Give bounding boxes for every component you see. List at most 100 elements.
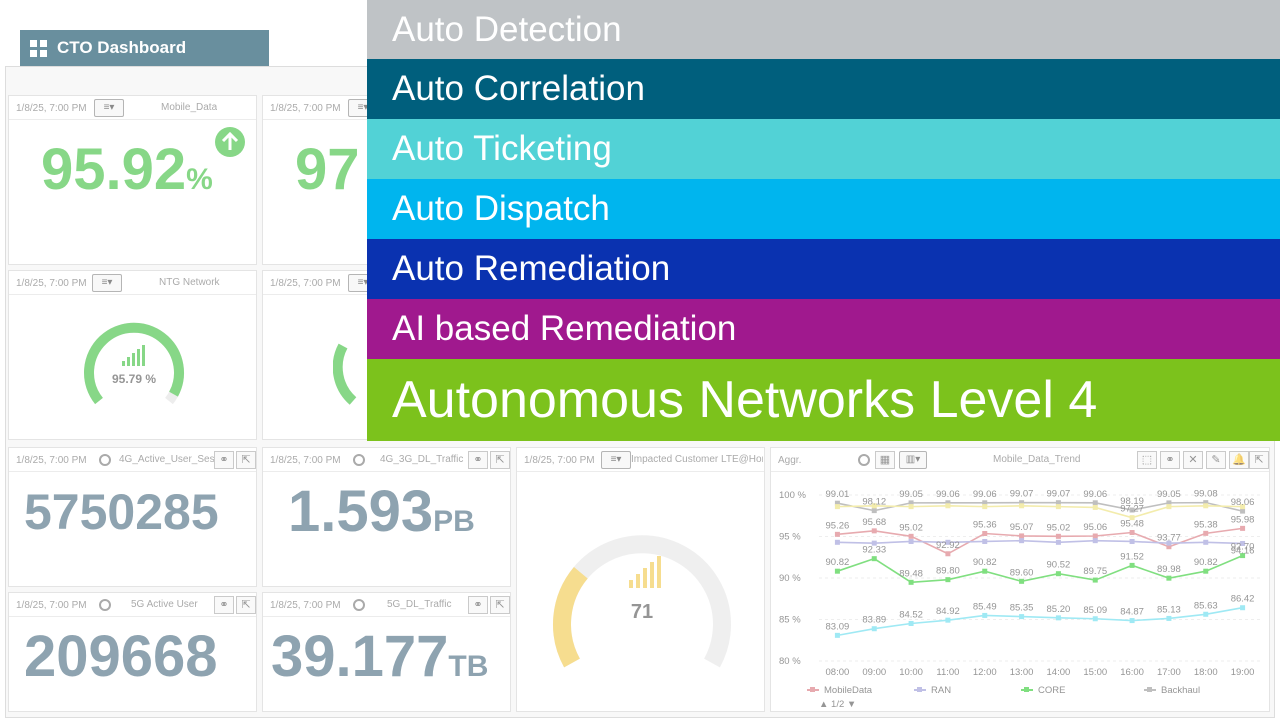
expand-icon[interactable]: ⬚ <box>1137 451 1157 469</box>
data-label: 95.02 <box>1047 522 1071 533</box>
card-5g-dl-traffic[interactable]: 1/8/25, 7:00 PM 5G_DL_Traffic ⚭ ⇱ 39.177… <box>262 592 511 712</box>
data-label: 90.82 <box>826 557 850 568</box>
data-point <box>1129 562 1135 568</box>
data-point <box>982 538 988 544</box>
card-ntg-network[interactable]: 1/8/25, 7:00 PM ≡▾ NTG Network 95.79 % <box>8 270 257 440</box>
data-label: 99.05 <box>899 489 923 500</box>
card-4g-3g-dl-traffic[interactable]: 1/8/25, 7:00 PM 4G_3G_DL_Traffic ⚭ ⇱ 1.5… <box>262 447 511 587</box>
data-label: 89.80 <box>936 566 960 577</box>
data-point <box>871 626 877 632</box>
link-icon[interactable]: ⚭ <box>468 451 488 469</box>
x-tick-label: 10:00 <box>899 667 923 678</box>
data-label: 90.52 <box>1047 560 1071 571</box>
data-label: 91.52 <box>1120 551 1144 562</box>
table-view-icon[interactable]: ▦ <box>875 451 895 469</box>
card-date: 1/8/25, 7:00 PM <box>16 455 87 466</box>
data-label: 99.06 <box>973 489 997 500</box>
x-tick-label: 08:00 <box>826 667 850 678</box>
data-label: 85.13 <box>1157 604 1181 615</box>
data-label: 84.52 <box>899 609 923 620</box>
card-date: 1/8/25, 7:00 PM <box>270 103 341 114</box>
data-point <box>1203 530 1209 536</box>
export-icon[interactable]: ⇱ <box>1249 451 1269 469</box>
series-line <box>837 606 1243 637</box>
arrow-up-icon <box>215 127 245 157</box>
data-point <box>982 531 988 537</box>
link-icon[interactable]: ⚭ <box>1160 451 1180 469</box>
legend-marker <box>1024 687 1029 692</box>
data-label: 89.75 <box>1083 566 1107 577</box>
data-point <box>871 528 877 534</box>
card-menu-button[interactable]: ≡▾ <box>601 451 631 469</box>
data-point <box>1203 568 1209 574</box>
signal-bars-icon <box>122 345 145 366</box>
export-icon[interactable]: ⇱ <box>236 451 256 469</box>
data-point <box>1055 504 1061 510</box>
data-point <box>834 539 840 545</box>
legend-marker <box>917 687 922 692</box>
data-label: 95.98 <box>1231 514 1255 525</box>
data-point <box>1166 615 1172 621</box>
link-icon[interactable]: ⚭ <box>468 596 488 614</box>
data-point <box>1055 615 1061 621</box>
dashboard-title-bar[interactable]: CTO Dashboard <box>20 30 269 66</box>
export-icon[interactable]: ⇱ <box>490 451 510 469</box>
link-icon[interactable]: ⚭ <box>214 596 234 614</box>
band-auto-ticketing: Auto Ticketing <box>367 119 1280 179</box>
edit-icon[interactable]: ✎ <box>1206 451 1226 469</box>
data-label: 99.05 <box>1157 489 1181 500</box>
data-point <box>834 632 840 638</box>
x-tick-label: 16:00 <box>1120 667 1144 678</box>
data-label: 93.77 <box>1157 533 1181 544</box>
card-impacted-customer[interactable]: 1/8/25, 7:00 PM ≡▾ Impacted Customer LTE… <box>516 447 765 712</box>
data-point <box>1092 538 1098 544</box>
legend-label: CORE <box>1038 685 1065 696</box>
x-tick-label: 15:00 <box>1083 667 1107 678</box>
export-icon[interactable]: ⇱ <box>236 596 256 614</box>
card-title: Mobile_Data_Trend <box>993 454 1081 465</box>
data-label: 98.06 <box>1231 497 1255 508</box>
clock-icon[interactable] <box>99 599 111 611</box>
data-point <box>871 556 877 562</box>
card-5g-active-users[interactable]: 1/8/25, 7:00 PM 5G Active User ⚭ ⇱ 20966… <box>8 592 257 712</box>
card-4g-active-users[interactable]: 1/8/25, 7:00 PM 4G_Active_User_Ses ⚭ ⇱ 5… <box>8 447 257 587</box>
card-date: 1/8/25, 7:00 PM <box>270 600 341 611</box>
data-point <box>1166 575 1172 581</box>
card-partial-2[interactable]: 1/8/25, 7:00 PM ≡▾ <box>262 270 378 440</box>
data-point <box>1019 578 1025 584</box>
data-label: 85.09 <box>1083 605 1107 616</box>
card-partial-1[interactable]: 1/8/25, 7:00 PM ≡▾ 97 <box>262 95 378 265</box>
dashboard-title: CTO Dashboard <box>57 38 187 57</box>
clock-icon[interactable] <box>99 454 111 466</box>
data-point <box>945 503 951 509</box>
ntg-gauge: 95.79 % <box>84 322 184 405</box>
card-title: Mobile_Data <box>161 102 218 113</box>
card-mobile-data-trend[interactable]: Aggr. ▦ ▥▾ Mobile_Data_Trend ⬚ ⚭ ✕ ✎ 🔔 ⇱… <box>770 447 1270 712</box>
data-label: 99.01 <box>826 489 850 500</box>
export-icon[interactable]: ⇱ <box>490 596 510 614</box>
chart-type-button[interactable]: ▥▾ <box>899 451 927 469</box>
x-tick-label: 19:00 <box>1231 667 1255 678</box>
bell-icon[interactable]: 🔔 <box>1229 451 1249 469</box>
data-point <box>1203 611 1209 617</box>
legend-pager: ▲ 1/2 ▼ <box>819 699 856 710</box>
clock-icon[interactable] <box>353 454 365 466</box>
card-value: 97 <box>295 137 360 202</box>
close-icon[interactable]: ✕ <box>1183 451 1203 469</box>
card-date: 1/8/25, 7:00 PM <box>16 600 87 611</box>
card-title: NTG Network <box>159 277 220 288</box>
card-menu-button[interactable]: ≡▾ <box>94 99 124 117</box>
data-label: 99.07 <box>1047 489 1071 500</box>
data-point <box>945 617 951 623</box>
clock-icon[interactable] <box>353 599 365 611</box>
card-mobile-data[interactable]: 1/8/25, 7:00 PM ≡▾ Mobile_Data 95.92% <box>8 95 257 265</box>
data-label: 89.48 <box>899 568 923 579</box>
card-date: 1/8/25, 7:00 PM <box>524 455 595 466</box>
card-menu-button[interactable]: ≡▾ <box>92 274 122 292</box>
data-point <box>945 551 951 557</box>
data-label: 90.82 <box>973 557 997 568</box>
band-ai-remediation: AI based Remediation <box>367 299 1280 359</box>
link-icon[interactable]: ⚭ <box>214 451 234 469</box>
clock-icon[interactable] <box>858 454 870 466</box>
data-point <box>982 612 988 618</box>
